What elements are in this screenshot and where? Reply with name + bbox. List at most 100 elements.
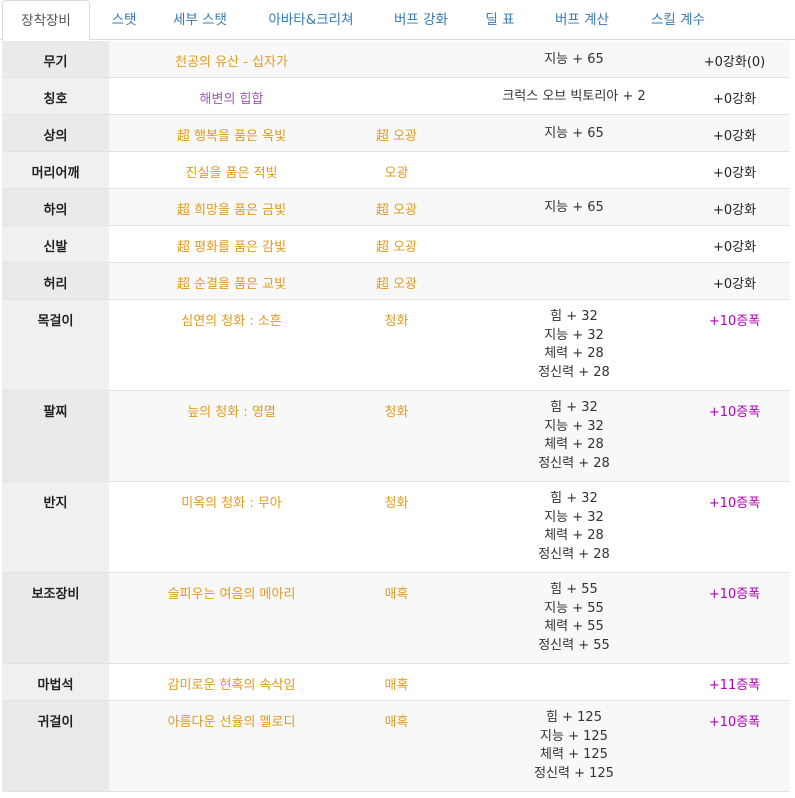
item-stats: 힘 + 32 지능 + 32 체력 + 28 정신력 + 28 — [459, 300, 689, 382]
tab-avatar-creature[interactable]: 아바타&크리쳐 — [250, 0, 372, 40]
stat-line: 체력 + 28 — [544, 528, 604, 543]
slot-label-text: 머리어깨 — [31, 166, 80, 181]
enhancement-level: +0강화 — [667, 263, 795, 292]
item-option-text: 오광 — [384, 166, 409, 181]
tab-stats[interactable]: 스탯 — [94, 0, 154, 40]
enhancement-level: +0강화 — [667, 78, 795, 107]
item-stats: 크럭스 오브 빅토리아 + 2 — [459, 78, 689, 107]
stat-line: 지능 + 65 — [544, 200, 604, 215]
enhancement-level-text: +11증폭 — [708, 678, 761, 693]
item-stats: 지능 + 65 — [459, 41, 689, 70]
item-option-text: 매혹 — [384, 678, 409, 693]
item-name: 감미로운 현혹의 속삭임 — [109, 664, 354, 693]
item-option-text: 超 오광 — [375, 129, 418, 144]
item-name: 아름다운 선율의 멜로디 — [109, 701, 354, 730]
enhancement-level-text: +0강화 — [712, 277, 757, 292]
tab-buff-enhance[interactable]: 버프 강화 — [382, 0, 460, 40]
slot-label: 상의 — [2, 115, 109, 151]
enhancement-level: +10증폭 — [667, 573, 795, 602]
item-name-text: 미옥의 청화 : 무아 — [181, 496, 282, 511]
item-name: 超 순결을 품은 교빛 — [109, 263, 354, 292]
item-option: 매혹 — [324, 573, 469, 602]
stat-line: 체력 + 28 — [544, 346, 604, 361]
slot-label: 허리 — [2, 263, 109, 299]
equipment-row: 머리어깨 진실을 품은 적빛 오광 +0강화 — [2, 152, 790, 189]
stat-line: 정신력 + 125 — [534, 765, 614, 781]
slot-label-text: 목걸이 — [37, 314, 74, 329]
slot-label-text: 신발 — [43, 240, 68, 255]
item-name: 천공의 유산 - 십자가 — [109, 41, 354, 70]
item-name: 해변의 힙합 — [109, 78, 354, 107]
tab-damage-chart[interactable]: 딜 표 — [474, 0, 526, 40]
slot-label: 하의 — [2, 189, 109, 225]
equipment-row: 목걸이 심연의 청화 : 소흔 청화 힘 + 32 지능 + 32 체력 + 28 정신력 … — [2, 300, 790, 391]
enhancement-level-text: +10증폭 — [708, 405, 761, 420]
equipment-row: 허리 超 순결을 품은 교빛 超 오광 +0강화 — [2, 263, 790, 300]
stat-line: 정신력 + 28 — [538, 546, 610, 562]
equipment-table: 무기 천공의 유산 - 십자가 지능 + 65 +0강화(0) 칭호 해변의 힙합 크럭스 … — [2, 41, 790, 792]
equipment-row: 팔찌 늪의 청화 : 영멸 청화 힘 + 32 지능 + 32 체력 + 28 정신력 + … — [2, 391, 790, 482]
item-stats: 힘 + 55 지능 + 55 체력 + 55 정신력 + 55 — [459, 573, 689, 655]
item-option: 매혹 — [324, 701, 469, 730]
slot-label-text: 팔찌 — [43, 405, 68, 420]
slot-label-text: 반지 — [43, 496, 68, 511]
enhancement-level: +10증폭 — [667, 391, 795, 420]
item-stats: 힘 + 125 지능 + 125 체력 + 125 정신력 + 125 — [459, 701, 689, 783]
enhancement-level: +0강화(0) — [667, 41, 795, 70]
equipment-row: 하의 超 희망을 품은 금빛 超 오광 지능 + 65 +0강화 — [2, 189, 790, 226]
stat-line: 정신력 + 28 — [538, 455, 610, 471]
item-option-text: 매혹 — [384, 587, 409, 602]
item-option: 超 오광 — [324, 189, 469, 218]
slot-label-text: 마법석 — [37, 678, 74, 693]
equipment-row: 귀걸이 아름다운 선율의 멜로디 매혹 힘 + 125 지능 + 125 체력 + 125… — [2, 701, 790, 792]
stat-line: 정신력 + 55 — [538, 637, 610, 653]
slot-label: 칭호 — [2, 78, 109, 114]
slot-label-text: 허리 — [43, 277, 68, 292]
enhancement-level-text: +10증폭 — [708, 715, 761, 730]
slot-label: 머리어깨 — [2, 152, 109, 188]
slot-label: 반지 — [2, 482, 109, 572]
item-option: 매혹 — [324, 664, 469, 693]
stat-line: 지능 + 32 — [544, 418, 604, 434]
stat-line: 힘 + 125 — [546, 710, 602, 725]
slot-label: 무기 — [2, 41, 109, 77]
stat-line: 체력 + 28 — [544, 437, 604, 452]
stat-line: 체력 + 55 — [544, 619, 604, 634]
item-option-text: 청화 — [384, 496, 409, 511]
enhancement-level: +11증폭 — [667, 664, 795, 693]
stat-line: 지능 + 32 — [544, 327, 604, 343]
enhancement-level-text: +10증폭 — [708, 496, 761, 511]
stat-line: 지능 + 65 — [544, 126, 604, 141]
tab-skill-coef[interactable]: 스킬 계수 — [636, 0, 720, 40]
slot-label: 귀걸이 — [2, 701, 109, 791]
item-stats: 힘 + 32 지능 + 32 체력 + 28 정신력 + 28 — [459, 482, 689, 564]
slot-label-text: 귀걸이 — [37, 715, 74, 730]
slot-label: 신발 — [2, 226, 109, 262]
stat-line: 힘 + 32 — [550, 491, 598, 506]
item-option-text: 매혹 — [384, 715, 409, 730]
tab-buff-calc[interactable]: 버프 계산 — [540, 0, 624, 40]
item-option: 청화 — [324, 300, 469, 329]
item-name-text: 진실을 품은 적빛 — [185, 166, 278, 181]
tab-equipment[interactable]: 장착장비 — [2, 0, 90, 41]
item-name-text: 超 평화를 품은 감빛 — [176, 240, 287, 255]
slot-label-text: 상의 — [43, 129, 68, 144]
item-name-text: 천공의 유산 - 십자가 — [175, 55, 288, 70]
item-name: 超 희망을 품은 금빛 — [109, 189, 354, 218]
stat-line: 지능 + 55 — [544, 600, 604, 616]
equipment-row: 칭호 해변의 힙합 크럭스 오브 빅토리아 + 2 +0강화 — [2, 78, 790, 115]
enhancement-level-text: +0강화 — [712, 240, 757, 255]
item-name-text: 감미로운 현혹의 속삭임 — [167, 678, 296, 693]
item-name: 진실을 품은 적빛 — [109, 152, 354, 181]
enhancement-level: +0강화 — [667, 152, 795, 181]
enhancement-level: +10증폭 — [667, 300, 795, 329]
slot-label-text: 하의 — [43, 203, 68, 218]
stat-line: 지능 + 65 — [544, 52, 604, 67]
equipment-row: 무기 천공의 유산 - 십자가 지능 + 65 +0강화(0) — [2, 41, 790, 78]
item-option: 超 오광 — [324, 115, 469, 144]
enhancement-level-text: +0강화 — [712, 129, 757, 144]
tab-detail-stats[interactable]: 세부 스탯 — [160, 0, 240, 40]
item-option: 청화 — [324, 482, 469, 511]
enhancement-level: +10증폭 — [667, 701, 795, 730]
stat-line: 지능 + 32 — [544, 509, 604, 525]
